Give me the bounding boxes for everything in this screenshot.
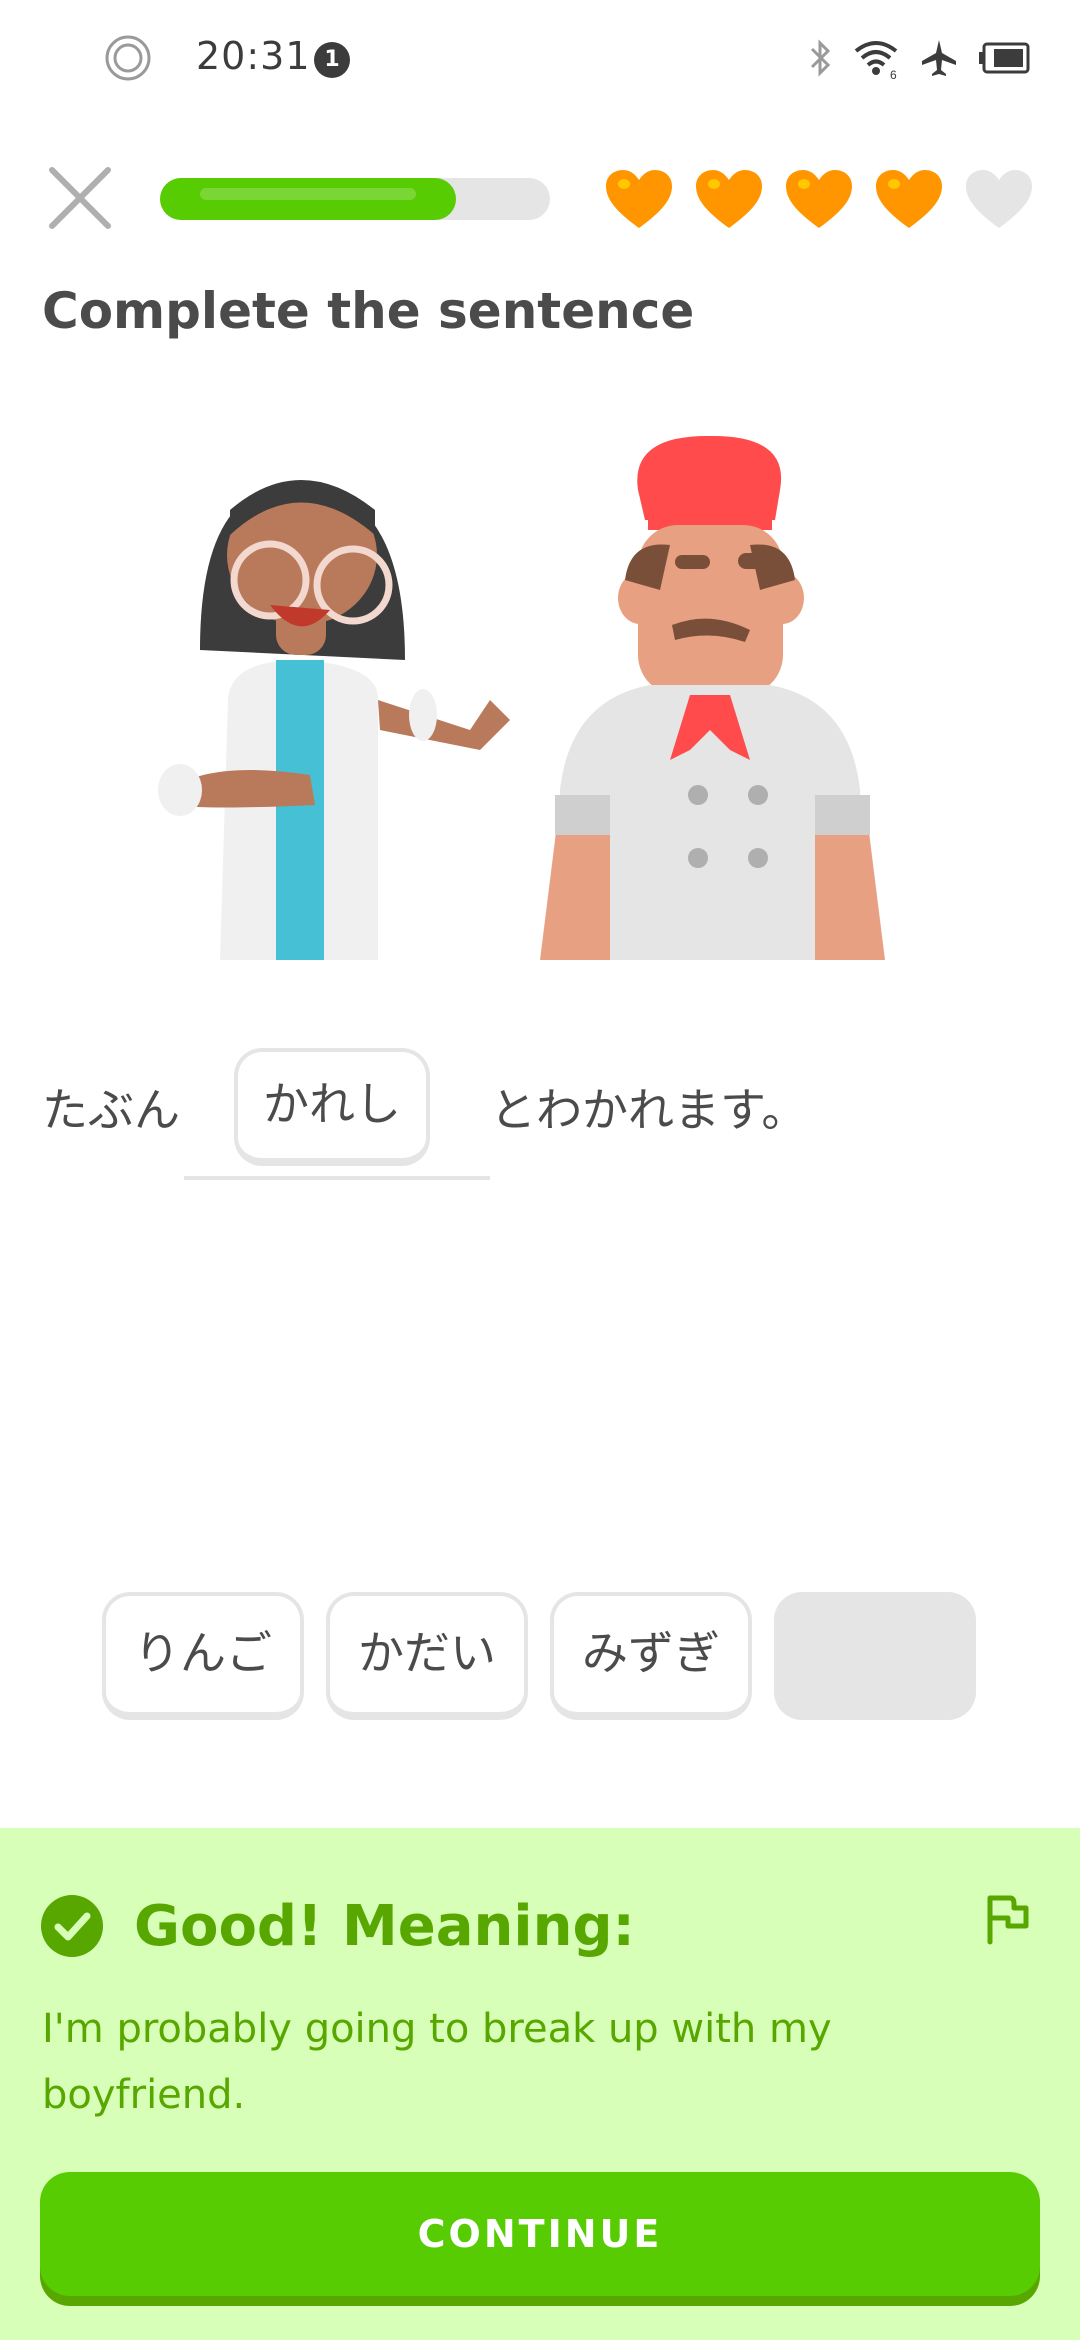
record-icon [105,35,151,81]
system-icons: 6 [808,34,1030,86]
airplane-mode-icon [918,37,960,83]
progress-shine [200,188,416,200]
heart-icon [606,170,672,228]
notification-badge: 1 [314,42,350,78]
progress-fill [160,178,456,220]
bluetooth-icon [808,38,834,82]
status-bar: 20:31 1 6 [0,0,1080,120]
lesson-progress-bar [160,178,550,220]
word-bank-chip[interactable]: みずぎ [550,1592,752,1720]
feedback-translation: I'm probably going to break up with my b… [42,2006,832,2118]
word-bank-chip[interactable]: りんご [102,1592,304,1720]
hearts-row [604,168,1034,230]
characters-illustration [158,435,885,960]
heart-icon [786,170,852,228]
heart-icon [876,170,942,228]
answer-blank-line [184,1176,490,1180]
heart-icon [696,170,762,228]
word-bank-chip[interactable]: かだい [326,1592,528,1720]
woman-character [158,480,510,960]
continue-button[interactable]: CONTINUE [40,2172,1040,2296]
sentence-prefix: たぶん [42,1083,180,1137]
word-bank: りんご かだい みずぎ [102,1592,976,1720]
clock-time: 20:31 [196,34,311,78]
heart-empty-icon [966,170,1032,228]
exercise-title: Complete the sentence [42,282,695,340]
check-circle-icon [41,1895,103,1957]
wifi-icon: 6 [852,37,900,83]
sentence-suffix: とわかれます。 [490,1083,808,1137]
report-flag-icon[interactable] [980,1890,1036,1946]
feedback-title: Good! Meaning: [134,1894,635,1959]
battery-icon [978,42,1030,78]
word-bank-empty-slot [774,1592,976,1720]
sentence-row: たぶん かれし とわかれます。 [42,1040,1042,1180]
chef-character [540,435,885,960]
close-lesson-button[interactable] [44,162,116,234]
svg-text:6: 6 [890,68,897,79]
answer-word-chip[interactable]: かれし [234,1048,430,1166]
